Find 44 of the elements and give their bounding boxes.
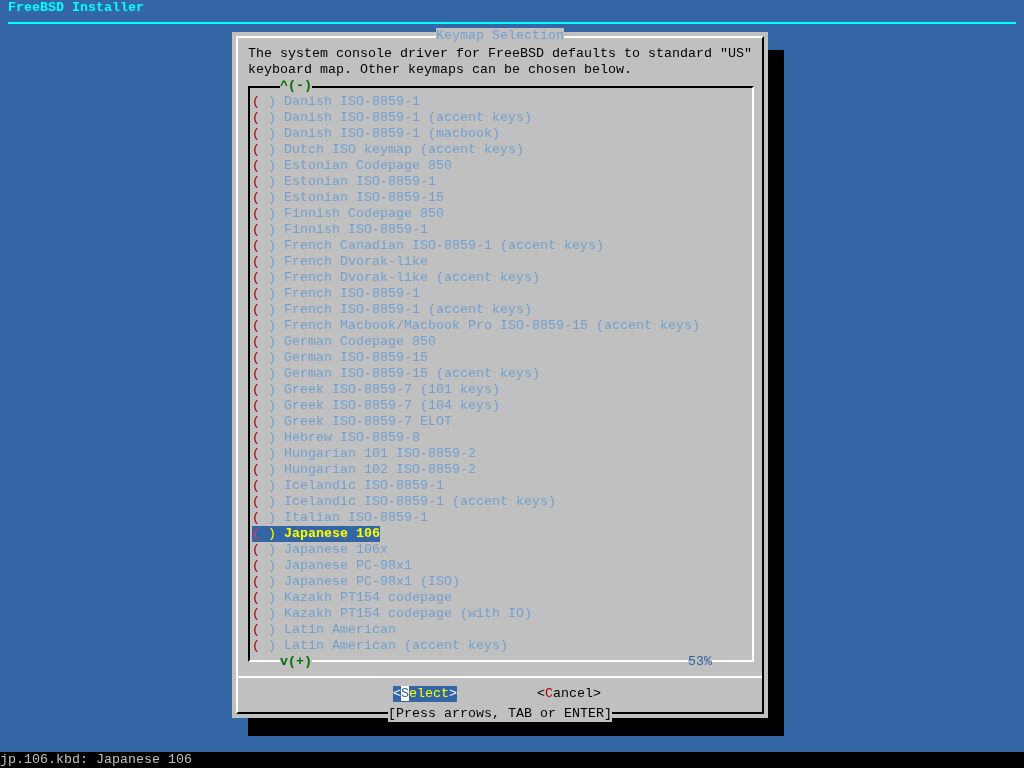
keymap-option[interactable]: ( ) Latin American (accent keys) xyxy=(252,638,508,654)
keymap-option[interactable]: ( ) Finnish ISO-8859-1 xyxy=(252,222,428,238)
dialog-description: The system console driver for FreeBSD defaults to standard "US" keyboard map. Other keymaps can be chosen below. xyxy=(248,46,753,78)
scroll-down-indicator: v(+) xyxy=(280,654,312,670)
app-title: FreeBSD Installer xyxy=(8,0,144,16)
keymap-option[interactable]: ( ) Estonian ISO-8859-1 xyxy=(252,174,436,190)
keymap-option[interactable]: ( ) Estonian Codepage 850 xyxy=(252,158,452,174)
keymap-option[interactable]: ( ) French ISO-8859-1 xyxy=(252,286,420,302)
keymap-option[interactable]: ( ) German Codepage 850 xyxy=(252,334,436,350)
keymap-option[interactable]: ( ) Japanese PC-98x1 xyxy=(252,558,412,574)
keymap-option[interactable]: ( ) Greek ISO-8859-7 (101 keys) xyxy=(252,382,500,398)
keymap-option[interactable]: ( ) German ISO-8859-15 xyxy=(252,350,428,366)
keymap-option[interactable]: ( ) French ISO-8859-1 (accent keys) xyxy=(252,302,532,318)
keymap-option[interactable]: ( ) Hebrew ISO-8859-8 xyxy=(252,430,420,446)
dialog-button[interactable]: <Cancel> xyxy=(537,686,601,702)
keymap-option[interactable]: ( ) Danish ISO-8859-1 (accent keys) xyxy=(252,110,532,126)
scroll-up-indicator: ^(-) xyxy=(280,78,312,94)
keymap-option[interactable]: ( ) Greek ISO-8859-7 (104 keys) xyxy=(252,398,500,414)
dialog-button[interactable]: <Select> xyxy=(393,686,457,702)
dialog-title: Keymap Selection xyxy=(436,28,564,44)
keymap-option[interactable]: ( ) Japanese 106 xyxy=(252,526,380,542)
keymap-option[interactable]: ( ) Italian ISO-8859-1 xyxy=(252,510,428,526)
keymap-option[interactable]: ( ) Greek ISO-8859-7 ELOT xyxy=(252,414,452,430)
keymap-option[interactable]: ( ) French Dvorak-like (accent keys) xyxy=(252,270,540,286)
keymap-option[interactable]: ( ) French Dvorak-like xyxy=(252,254,428,270)
keymap-option[interactable]: ( ) Kazakh PT154 codepage xyxy=(252,590,452,606)
keymap-option[interactable]: ( ) Estonian ISO-8859-15 xyxy=(252,190,444,206)
status-text: jp.106.kbd: Japanese 106 xyxy=(0,752,192,768)
keymap-option[interactable]: ( ) Danish ISO-8859-1 xyxy=(252,94,420,110)
keymap-option[interactable]: ( ) Danish ISO-8859-1 (macbook) xyxy=(252,126,500,142)
keymap-option[interactable]: ( ) Kazakh PT154 codepage (with IO) xyxy=(252,606,532,622)
keymap-option[interactable]: ( ) Hungarian 101 ISO-8859-2 xyxy=(252,446,476,462)
key-hint: [Press arrows, TAB or ENTER] xyxy=(388,706,612,722)
keymap-option[interactable]: ( ) Japanese PC-98x1 (ISO) xyxy=(252,574,460,590)
keymap-option[interactable]: ( ) Latin American xyxy=(252,622,396,638)
keymap-option[interactable]: ( ) Icelandic ISO-8859-1 (accent keys) xyxy=(252,494,556,510)
keymap-option[interactable]: ( ) French Canadian ISO-8859-1 (accent keys) xyxy=(252,238,604,254)
keymap-option[interactable]: ( ) Japanese 106x xyxy=(252,542,388,558)
keymap-option[interactable]: ( ) German ISO-8859-15 (accent keys) xyxy=(252,366,540,382)
keymap-option[interactable]: ( ) French Macbook/Macbook Pro ISO-8859-15 (accent keys) xyxy=(252,318,700,334)
keymap-option[interactable]: ( ) Finnish Codepage 850 xyxy=(252,206,444,222)
keymap-option[interactable]: ( ) Dutch ISO keymap (accent keys) xyxy=(252,142,524,158)
keymap-option[interactable]: ( ) Hungarian 102 ISO-8859-2 xyxy=(252,462,476,478)
keymap-option[interactable]: ( ) Icelandic ISO-8859-1 xyxy=(252,478,444,494)
